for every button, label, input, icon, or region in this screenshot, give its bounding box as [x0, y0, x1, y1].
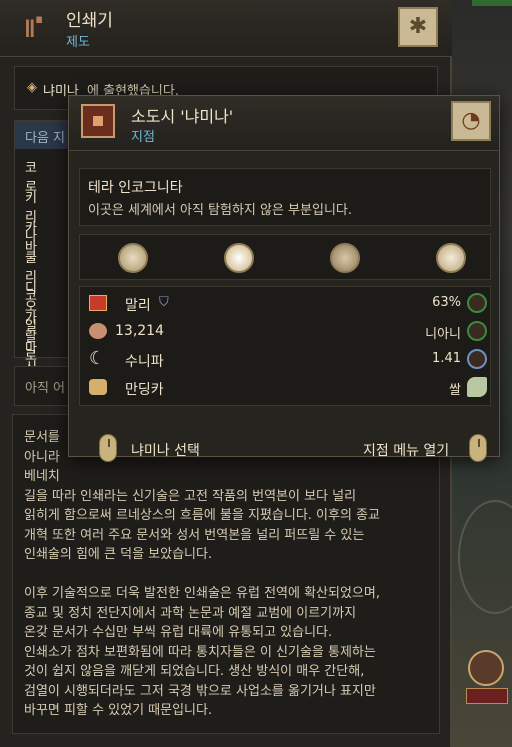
left-click-mouse-icon [99, 434, 117, 462]
tooltip-title: 소도시 '냐미나' [131, 107, 234, 126]
faith-icon[interactable] [467, 349, 487, 369]
status-text: 아직 어 [25, 381, 66, 396]
right-click-mouse-icon [469, 434, 487, 462]
building-icon[interactable] [467, 321, 487, 341]
tooltip-subtitle: 지점 [131, 130, 155, 145]
description-line: 아니라 [24, 449, 60, 465]
panel-subtitle: 제도 [66, 35, 90, 50]
description-line: 종교 및 정치 전단지에서 과학 논문과 예절 교범에 이르기까지 [24, 605, 357, 621]
description-line: 이후 기술적으로 더욱 발전한 인쇄술은 유럽 전역에 확산되었으며, [24, 586, 380, 601]
population-icon [89, 323, 107, 339]
hammer-icon[interactable] [467, 293, 487, 313]
stat-value: 니아니 [425, 327, 461, 342]
shield-icon: ⛉ [159, 295, 169, 310]
location-tooltip: 소도시 '냐미나' 지점 ◔ 테라 인코그니타 이곳은 세계에서 아직 탐험하지… [68, 95, 500, 462]
sand-icon[interactable] [118, 243, 148, 273]
panel-title: 인쇄기 [66, 11, 113, 31]
panel-header: ⑈ 인쇄기 제도 ✱ [0, 0, 452, 57]
description-line: 인쇄소가 점차 보편화됨에 따라 통치자들은 이 신기술을 통제하는 [24, 644, 376, 660]
description-line: 검열이 시행되더라도 그저 국경 밖으로 사업소를 옮기거나 표지만 [24, 683, 376, 699]
description-line: 베네치 [24, 469, 60, 484]
character-portrait-icon[interactable] [468, 650, 504, 686]
stat-label: 말리 [125, 298, 151, 314]
stat-row-owner[interactable]: 말리 ⛉ 63% [79, 290, 491, 318]
region-box: 테라 인코그니타 이곳은 세계에서 아직 탐험하지 않은 부분입니다. [79, 168, 491, 226]
description-line: 개혁 또한 여러 주요 문서와 성서 번역본을 널리 퍼뜨릴 수 있는 [24, 527, 365, 543]
description-line: 문서를 [24, 430, 60, 445]
description-line: 인쇄술의 힘에 큰 덕을 보았습니다. [24, 547, 213, 562]
stat-label: 수니파 [125, 354, 164, 370]
resource-bar [79, 234, 491, 280]
stat-row-culture[interactable]: 만딩카 쌀 [79, 374, 491, 402]
cotton-icon[interactable] [436, 243, 466, 273]
province-portrait-icon[interactable]: ◔ [451, 101, 491, 141]
stat-value: 1.41 [432, 351, 461, 366]
stat-value: 쌀 [449, 383, 461, 398]
flag-icon [89, 295, 107, 311]
region-name: 테라 인코그니타 [88, 180, 183, 196]
description-line: 길을 따라 인쇄라는 신기술은 고전 작품의 번역본이 보다 널리 [24, 488, 357, 504]
list-header-label: 다음 지 [25, 131, 66, 146]
rice-icon[interactable] [467, 377, 487, 397]
description-line: 읽히게 함으로써 르네상스의 흐름에 불을 지폈습니다. 이후의 종교 [24, 508, 380, 523]
light-icon[interactable] [224, 243, 254, 273]
stat-row-religion[interactable]: ☾ 수니파 1.41 [79, 346, 491, 374]
top-badge [472, 0, 512, 6]
description-line: 것이 쉽지 않음을 깨닫게 되었습니다. 생산 방식이 매우 간단해, [24, 664, 365, 679]
select-location-action[interactable]: 냐미나 선택 [131, 440, 200, 460]
stat-row-population[interactable]: 13,214 니아니 [79, 318, 491, 346]
description-line: 온갖 문서가 수십만 부씩 유럽 대륙에 유통되고 있습니다. [24, 625, 333, 640]
tooltip-header: 소도시 '냐미나' 지점 ◔ [69, 96, 499, 151]
culture-mask-icon [89, 379, 107, 395]
town-icon [81, 104, 115, 138]
crescent-icon: ☾ [89, 348, 106, 369]
description-line: 바꾸면 피할 수 있었기 때문입니다. [24, 703, 213, 718]
map-label-flag [466, 688, 508, 704]
stat-label: 13,214 [115, 323, 164, 339]
chair-icon: ⑈ [25, 10, 43, 45]
plant-icon[interactable] [330, 243, 360, 273]
open-menu-action[interactable]: 지점 메뉴 열기 [363, 440, 449, 460]
stat-value: 63% [432, 295, 461, 310]
location-icon: ◈ [27, 80, 37, 95]
stat-label: 만딩카 [125, 382, 164, 398]
map-ring [458, 500, 512, 614]
region-description: 이곳은 세계에서 아직 탐험하지 않은 부분입니다. [88, 203, 352, 218]
vitruvian-portrait-icon[interactable]: ✱ [398, 7, 438, 47]
